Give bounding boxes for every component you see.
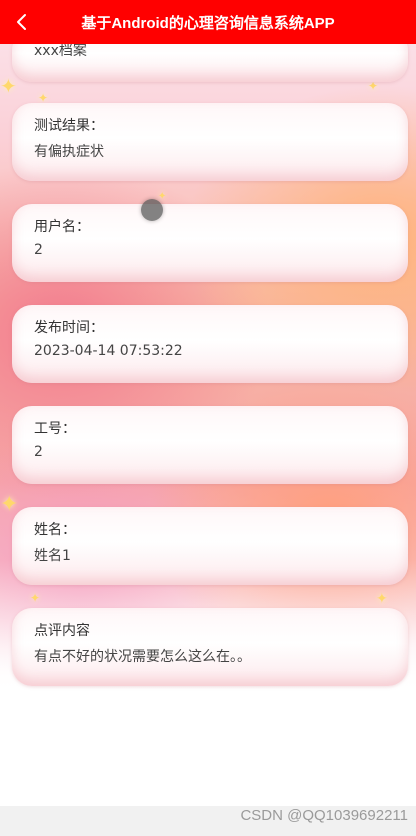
sparkle-icon: ✦: [376, 591, 388, 607]
field-card-job-number: 工号： 2: [12, 406, 408, 484]
field-value: 2023-04-14 07:53:22: [34, 343, 183, 359]
field-card-name: 姓名： 姓名1: [12, 507, 408, 585]
field-label: 测试结果：: [34, 118, 104, 134]
field-card-publish-time: 发布时间： 2023-04-14 07:53:22: [12, 305, 408, 383]
sparkle-icon: ✦: [0, 492, 19, 517]
page-title: 基于Android的心理咨询信息系统APP: [81, 14, 335, 32]
field-card-username: 用户名： 2: [12, 204, 408, 282]
watermark-text: CSDN @QQ1039692211: [240, 807, 408, 824]
field-value: 有偏执症状: [34, 144, 104, 160]
field-value: 姓名1: [34, 548, 71, 564]
touch-indicator: [141, 199, 163, 221]
field-value: 有点不好的状况需要怎么这么在。。: [34, 649, 251, 665]
field-value: 2: [34, 242, 43, 258]
field-label: 点评内容: [34, 623, 90, 639]
chevron-left-icon: [17, 14, 26, 30]
sparkle-icon: ✦: [30, 591, 41, 605]
sparkle-icon: ✦: [0, 74, 17, 98]
field-value: 2: [34, 444, 43, 460]
back-button[interactable]: [6, 6, 38, 38]
field-label: 发布时间：: [34, 320, 104, 336]
field-card-review: 点评内容 有点不好的状况需要怎么这么在。。: [12, 608, 408, 686]
field-label: 姓名：: [34, 522, 76, 538]
field-card-test-result: 测试结果： 有偏执症状: [12, 103, 408, 181]
sparkle-icon: ✦: [158, 191, 167, 202]
app-header: 基于Android的心理咨询信息系统APP: [0, 0, 416, 44]
field-label: 工号：: [34, 421, 76, 437]
field-label: 用户名：: [34, 219, 90, 235]
